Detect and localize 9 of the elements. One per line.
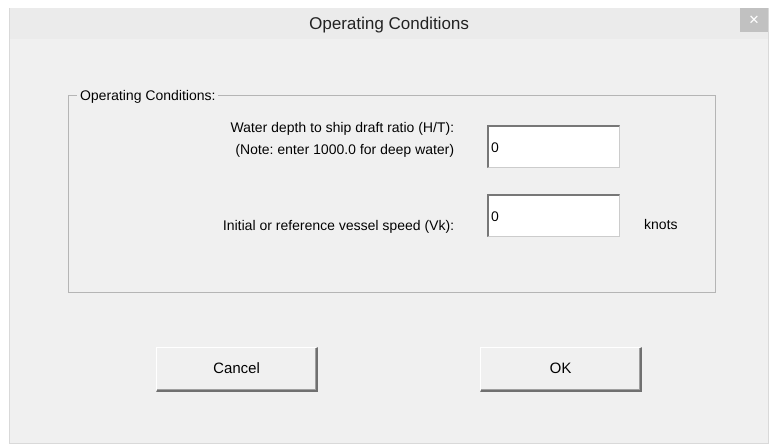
note-text: (Note: enter 1000.0 for deep water)	[234, 140, 454, 159]
field-label: Water depth to ship draft ratio (H/T):	[229, 118, 454, 137]
unit-label: knots	[644, 215, 678, 234]
window-title: Operating Conditions	[309, 12, 469, 35]
input-field[interactable]: 0	[487, 125, 620, 168]
ok-button[interactable]: OK	[480, 347, 642, 392]
field-label: Initial or reference vessel speed (Vk):	[222, 216, 454, 235]
cancel-button[interactable]: Cancel	[156, 347, 318, 392]
input-field[interactable]: 0	[487, 194, 620, 237]
